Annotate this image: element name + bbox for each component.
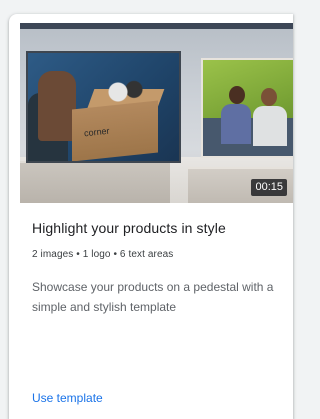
person-head-1 [229, 86, 245, 104]
person-figure-1 [221, 104, 251, 144]
template-description: Showcase your products on a pedestal wit… [32, 280, 274, 314]
template-title: Highlight your products in style [32, 220, 226, 236]
template-preview-thumbnail[interactable]: corner 00:15 [20, 23, 293, 203]
pedestal-left [20, 161, 170, 203]
person-arm [38, 71, 76, 141]
preview-top-strip [20, 23, 293, 29]
use-template-button[interactable]: Use template [32, 391, 103, 405]
preview-image-left: corner [26, 51, 181, 163]
preview-image-right [201, 58, 293, 158]
box-contents [106, 79, 146, 105]
template-card[interactable]: corner 00:15 Highlight your products in … [9, 14, 293, 419]
duration-badge: 00:15 [251, 179, 287, 196]
person-head-2 [261, 88, 277, 106]
template-meta: 2 images • 1 logo • 6 text areas [32, 249, 174, 260]
person-figure-2 [253, 106, 287, 146]
